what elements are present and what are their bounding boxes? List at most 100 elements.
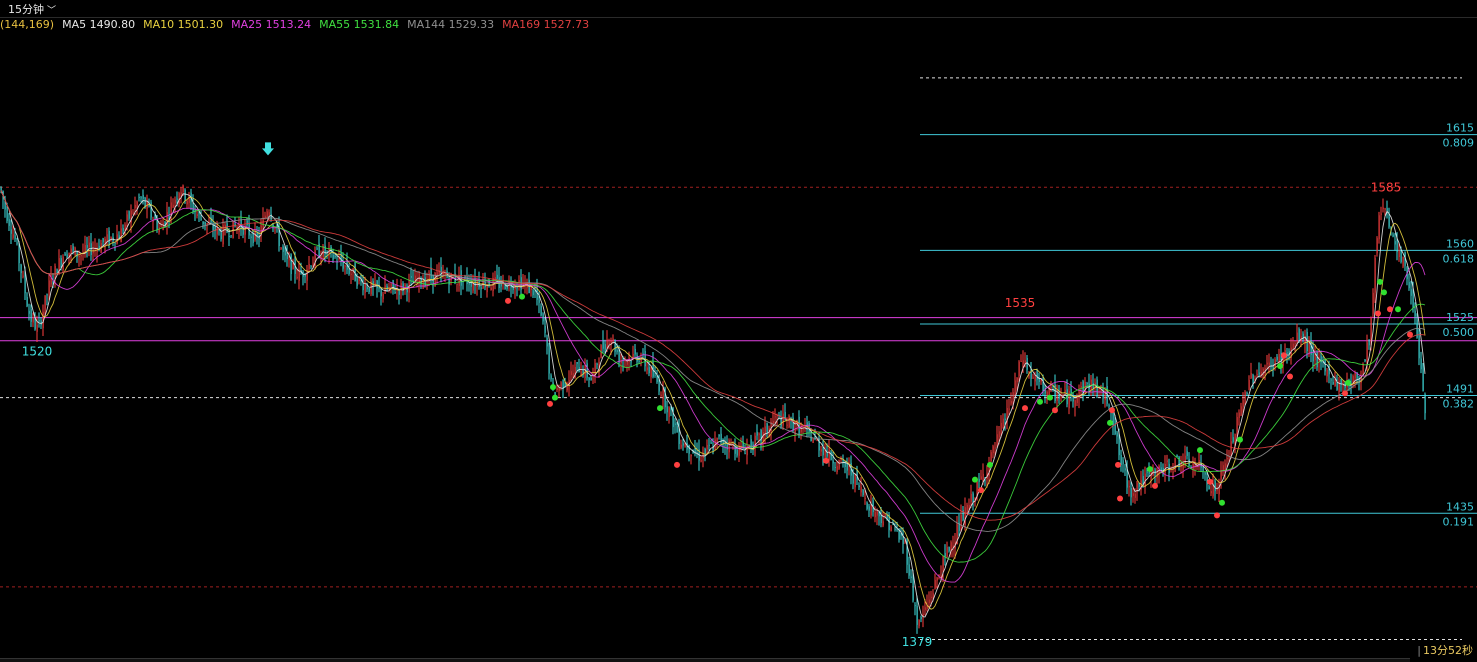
extreme-price-label: 1585 [1371, 180, 1402, 194]
candle-body [1336, 382, 1338, 390]
candle-body [1326, 369, 1328, 377]
candle-body [854, 473, 856, 488]
candle-body [1258, 372, 1260, 375]
candle-body [852, 472, 854, 484]
candle-body [542, 313, 544, 322]
countdown-timer: | 13分52秒 [1417, 642, 1473, 658]
candle-body [862, 489, 864, 496]
candle-body [550, 375, 552, 379]
candle-body [1274, 359, 1276, 367]
candle-body [1192, 462, 1194, 470]
candle-body [66, 254, 68, 257]
moving-average-line [0, 190, 1426, 583]
candle-body [308, 263, 310, 269]
candle-body [666, 406, 668, 413]
moving-average-line [0, 190, 1426, 610]
candle-body [882, 521, 884, 526]
candle-body [556, 388, 558, 390]
candle-body [1222, 465, 1224, 471]
candle-body [684, 444, 686, 448]
candle-body [1068, 391, 1070, 409]
candle-body [710, 442, 712, 444]
candle-body [156, 220, 158, 230]
candle-body [1394, 241, 1396, 245]
candle-body [332, 254, 334, 260]
candle-body [884, 514, 886, 517]
candle-body [1250, 373, 1252, 379]
candle-body [1396, 239, 1398, 253]
buy-signal-dot [1377, 278, 1383, 285]
candle-body [1154, 469, 1156, 474]
candle-body [708, 444, 710, 446]
candle-body [24, 274, 26, 294]
candle-body [114, 242, 116, 244]
candle-body [280, 247, 282, 249]
candle-body [668, 407, 670, 417]
sell-signal-dot [1117, 495, 1123, 502]
sell-signal-dot [1407, 331, 1413, 338]
candle-body [216, 226, 218, 235]
candle-body [1342, 385, 1344, 387]
candle-body [866, 502, 868, 509]
buy-signal-dot [1237, 436, 1243, 443]
candle-body [1128, 485, 1130, 488]
candle-body [1408, 282, 1410, 289]
candle-body [930, 596, 932, 598]
candle-body [1268, 362, 1270, 367]
sell-signal-dot [823, 457, 829, 464]
sell-signal-dot [1214, 512, 1220, 519]
candlestick-chart: 1615 0.809 1560 0.618 1525 0.500 1491 0.382 1435… [0, 77, 1477, 649]
candle-body [1232, 437, 1234, 442]
candle-body [20, 264, 22, 274]
candle-body [608, 342, 610, 344]
candle-body [1398, 250, 1400, 258]
candle-body [920, 616, 922, 620]
sell-signal-dot [1115, 461, 1121, 468]
sell-signal-dot [1022, 405, 1028, 412]
candle-body [860, 487, 862, 493]
candle-body [758, 433, 760, 435]
candle-body [744, 453, 746, 455]
candle-body [900, 534, 902, 537]
candle-body [982, 473, 984, 480]
candle-body [1378, 215, 1380, 240]
candle-body [870, 505, 872, 516]
candle-body [126, 214, 128, 221]
candle-body [92, 249, 94, 254]
candle-body [912, 577, 914, 601]
candle-body [1174, 458, 1176, 473]
candle-body [1130, 488, 1132, 498]
bottom-scrollbar[interactable] [0, 658, 1410, 662]
candle-body [1224, 463, 1226, 471]
candle-body [834, 467, 836, 469]
candle-body [1288, 351, 1290, 354]
candle-body [1410, 289, 1412, 296]
candle-body [478, 281, 480, 288]
candle-body [36, 324, 38, 332]
candle-body [430, 267, 432, 279]
candle-body [602, 340, 604, 349]
candle-body [376, 280, 378, 289]
candle-body [72, 246, 74, 251]
buy-signal-dot [1381, 289, 1387, 296]
candle-body [128, 211, 130, 219]
candle-body [802, 428, 804, 430]
buy-signal-dot [552, 394, 558, 401]
candle-body [1422, 364, 1424, 392]
candle-body [690, 454, 692, 457]
candle-body [1306, 332, 1308, 352]
candle-body [1330, 379, 1332, 381]
candle-body [178, 193, 180, 204]
candle-body [908, 564, 910, 576]
candle-body [16, 242, 18, 244]
candle-body [344, 265, 346, 267]
candle-body [468, 282, 470, 285]
candle-body [238, 224, 240, 232]
buy-signal-dot [1219, 499, 1225, 506]
buy-signal-dot [1345, 379, 1351, 386]
candle-body [538, 299, 540, 303]
candle-body [1026, 357, 1028, 370]
candle-body [736, 449, 738, 456]
candle-body [182, 185, 184, 193]
candle-body [1420, 358, 1422, 370]
